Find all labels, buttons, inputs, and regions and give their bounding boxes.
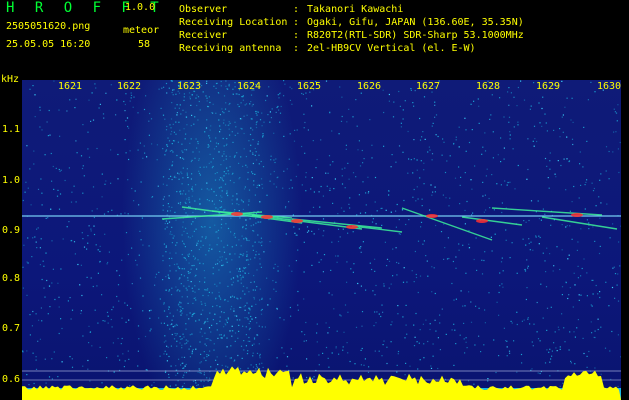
info-label: Receiving Location [179, 17, 288, 28]
echo-spot [426, 214, 438, 218]
info-row-location: Receiving Location : Ogaki, Gifu, JAPAN … [179, 16, 524, 29]
x-tick-label: 1623 [177, 81, 202, 92]
y-tick-label: 0.7 [2, 323, 21, 334]
info-value: 2el-HB9CV Vertical (el. E-W) [307, 43, 476, 54]
info-value: Takanori Kawachi [307, 4, 404, 15]
x-tick-label: 1622 [117, 81, 142, 92]
x-tick-label: 1630 [597, 81, 622, 92]
echo-trace [291, 218, 383, 229]
y-tick-label: 0.8 [2, 273, 21, 284]
detection-count: 58 [138, 39, 151, 50]
x-tick-label: 1621 [58, 81, 83, 92]
info-label: Observer [179, 4, 228, 15]
echo-trace [401, 207, 493, 241]
spectrogram [22, 80, 621, 400]
spectrogram-canvas [22, 80, 621, 400]
info-label: Receiving antenna [179, 43, 282, 54]
info-value: R820T2(RTL-SDR) SDR-Sharp 53.1000MHz [307, 30, 524, 41]
info-separator: : [293, 43, 300, 54]
info-separator: : [293, 30, 300, 41]
echo-trace [541, 216, 618, 230]
x-tick-label: 1627 [416, 81, 441, 92]
power-envelope [22, 366, 621, 400]
x-tick-label: 1629 [536, 81, 561, 92]
info-row-receiver: Receiver : R820T2(RTL-SDR) SDR-Sharp 53.… [179, 29, 524, 42]
x-tick-label: 1624 [237, 81, 262, 92]
file-name: 2505051620.png [6, 21, 91, 32]
capture-datetime: 25.05.05 16:20 [6, 39, 91, 50]
frequency-unit: kHz [1, 74, 20, 85]
echo-spot [346, 225, 358, 229]
echo-spot [476, 219, 488, 223]
info-row-observer: Observer : Takanori Kawachi [179, 3, 524, 16]
info-separator: : [293, 17, 300, 28]
y-tick-label: 0.9 [2, 225, 21, 236]
echo-trace [461, 216, 523, 226]
x-tick-label: 1625 [297, 81, 322, 92]
right-margin [621, 80, 629, 400]
info-separator: : [293, 4, 300, 15]
echo-spot [231, 212, 243, 216]
echo-spot [291, 219, 303, 223]
y-tick-label: 0.6 [2, 374, 21, 385]
info-label: Receiver [179, 30, 228, 41]
header: H R O F F T 1.0.0 2505051620.png 25.05.0… [0, 0, 629, 72]
y-tick-label: 1.0 [2, 175, 21, 186]
x-tick-label: 1628 [476, 81, 501, 92]
app-version: 1.0.0 [125, 2, 156, 13]
echo-spot [261, 215, 273, 219]
y-tick-label: 1.1 [2, 124, 21, 135]
noise-layer [22, 80, 621, 400]
info-row-antenna: Receiving antenna : 2el-HB9CV Vertical (… [179, 42, 524, 55]
detection-mode: meteor [123, 25, 160, 36]
station-info: Observer : Takanori Kawachi Receiving Lo… [179, 3, 524, 55]
echo-spot [571, 213, 583, 217]
x-tick-label: 1626 [357, 81, 382, 92]
info-value: Ogaki, Gifu, JAPAN (136.60E, 35.35N) [307, 17, 524, 28]
